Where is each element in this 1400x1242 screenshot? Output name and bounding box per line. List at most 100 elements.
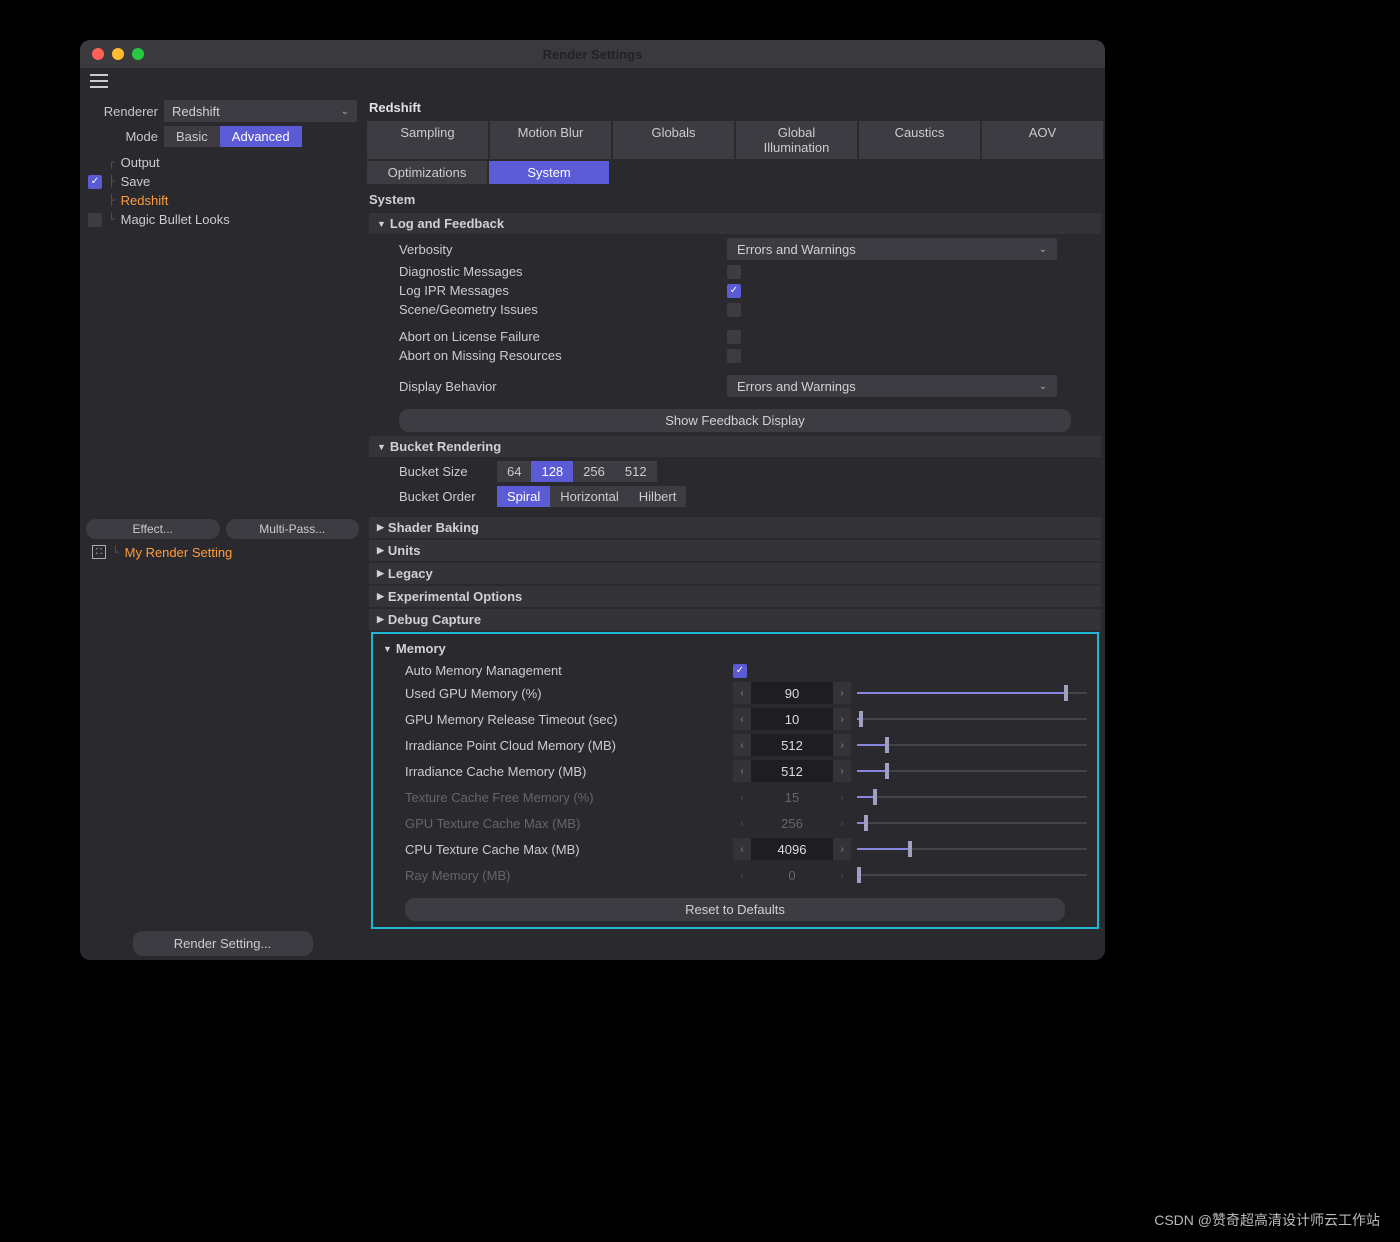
tab-aov[interactable]: AOV	[982, 121, 1103, 159]
spinner-decrement-icon: ‹	[733, 786, 751, 808]
mem-slider	[857, 864, 1087, 886]
verbosity-label: Verbosity	[399, 242, 719, 257]
show-feedback-button[interactable]: Show Feedback Display	[399, 409, 1071, 432]
preset-name[interactable]: My Render Setting	[125, 545, 233, 560]
chevron-down-icon: ⌄	[1039, 381, 1047, 392]
bucket-order-hilbert[interactable]: Hilbert	[629, 486, 687, 507]
minimize-icon[interactable]	[112, 48, 124, 60]
renderer-dropdown[interactable]: Redshift ⌄	[164, 100, 357, 122]
memory-highlight-box: ▼Memory Auto Memory Management Used GPU …	[371, 632, 1099, 929]
triangle-right-icon: ▶	[377, 568, 384, 579]
multipass-button[interactable]: Multi-Pass...	[226, 519, 360, 539]
triangle-down-icon: ▼	[377, 219, 386, 229]
tab-caustics[interactable]: Caustics	[859, 121, 980, 159]
mem-spinner[interactable]: ‹4096›	[733, 838, 851, 860]
mem-label: Irradiance Cache Memory (MB)	[405, 764, 725, 779]
tree-magic[interactable]: Magic Bullet Looks	[121, 212, 230, 227]
mem-spinner[interactable]: ‹10›	[733, 708, 851, 730]
mem-spinner: ‹15›	[733, 786, 851, 808]
save-checkbox[interactable]	[88, 175, 102, 189]
logipr-checkbox[interactable]	[727, 284, 741, 298]
zoom-icon[interactable]	[132, 48, 144, 60]
bucket-size-256[interactable]: 256	[573, 461, 615, 482]
group-shader-baking[interactable]: ▶Shader Baking	[369, 517, 1101, 538]
mem-slider[interactable]	[857, 734, 1087, 756]
bucket-size-128[interactable]: 128	[531, 461, 573, 482]
group-log-feedback[interactable]: ▼Log and Feedback	[369, 213, 1101, 234]
reset-defaults-button[interactable]: Reset to Defaults	[405, 898, 1065, 921]
renderer-label: Renderer	[88, 104, 158, 119]
auto-memory-label: Auto Memory Management	[405, 663, 725, 678]
watermark: CSDN @赞奇超高清设计师云工作站	[1154, 1210, 1380, 1230]
mem-spinner[interactable]: ‹512›	[733, 760, 851, 782]
tree-output[interactable]: Output	[121, 155, 160, 170]
spinner-increment-icon[interactable]: ›	[833, 838, 851, 860]
mem-slider[interactable]	[857, 708, 1087, 730]
mem-value: 4096	[751, 842, 833, 857]
spinner-decrement-icon[interactable]: ‹	[733, 708, 751, 730]
bucket-order-horizontal[interactable]: Horizontal	[550, 486, 629, 507]
verbosity-select[interactable]: Errors and Warnings⌄	[727, 238, 1057, 260]
group-debug-capture[interactable]: ▶Debug Capture	[369, 609, 1101, 630]
spinner-decrement-icon[interactable]: ‹	[733, 760, 751, 782]
renderer-value: Redshift	[172, 104, 220, 119]
spinner-decrement-icon[interactable]: ‹	[733, 734, 751, 756]
spinner-increment-icon[interactable]: ›	[833, 682, 851, 704]
auto-memory-checkbox[interactable]	[733, 664, 747, 678]
mem-label: Used GPU Memory (%)	[405, 686, 725, 701]
display-behavior-label: Display Behavior	[399, 379, 719, 394]
mem-slider[interactable]	[857, 838, 1087, 860]
tree-redshift[interactable]: Redshift	[121, 193, 169, 208]
tree-save[interactable]: Save	[121, 174, 151, 189]
mode-basic-button[interactable]: Basic	[164, 126, 220, 147]
menu-icon[interactable]	[90, 74, 108, 88]
abort-resources-checkbox[interactable]	[727, 349, 741, 363]
spinner-increment-icon[interactable]: ›	[833, 708, 851, 730]
mem-label: Irradiance Point Cloud Memory (MB)	[405, 738, 725, 753]
mem-slider[interactable]	[857, 760, 1087, 782]
spinner-decrement-icon[interactable]: ‹	[733, 682, 751, 704]
group-bucket-rendering[interactable]: ▼Bucket Rendering	[369, 436, 1101, 457]
mem-value: 90	[751, 686, 833, 701]
bucket-size-64[interactable]: 64	[497, 461, 531, 482]
mem-label: CPU Texture Cache Max (MB)	[405, 842, 725, 857]
bucket-order-spiral[interactable]: Spiral	[497, 486, 550, 507]
spinner-decrement-icon: ‹	[733, 864, 751, 886]
mem-spinner[interactable]: ‹90›	[733, 682, 851, 704]
spinner-increment-icon: ›	[833, 864, 851, 886]
spinner-increment-icon[interactable]: ›	[833, 734, 851, 756]
tab-system[interactable]: System	[489, 161, 609, 184]
diagnostic-checkbox[interactable]	[727, 265, 741, 279]
group-experimental-options[interactable]: ▶Experimental Options	[369, 586, 1101, 607]
tab-motion-blur[interactable]: Motion Blur	[490, 121, 611, 159]
tab-global-illumination[interactable]: Global Illumination	[736, 121, 857, 159]
render-setting-button[interactable]: Render Setting...	[133, 931, 313, 956]
mem-spinner[interactable]: ‹512›	[733, 734, 851, 756]
mode-advanced-button[interactable]: Advanced	[220, 126, 302, 147]
close-icon[interactable]	[92, 48, 104, 60]
abort-license-checkbox[interactable]	[727, 330, 741, 344]
tab-sampling[interactable]: Sampling	[367, 121, 488, 159]
bucket-size-512[interactable]: 512	[615, 461, 657, 482]
logipr-label: Log IPR Messages	[399, 283, 719, 298]
triangle-right-icon: ▶	[377, 545, 384, 556]
spinner-decrement-icon[interactable]: ‹	[733, 838, 751, 860]
traffic-lights	[92, 48, 144, 60]
magic-checkbox[interactable]	[88, 213, 102, 227]
tab-globals[interactable]: Globals	[613, 121, 734, 159]
bucket-size-segment: 64128256512	[497, 461, 657, 482]
preset-icon[interactable]: ⛶	[92, 545, 106, 559]
group-legacy[interactable]: ▶Legacy	[369, 563, 1101, 584]
scene-issues-label: Scene/Geometry Issues	[399, 302, 719, 317]
tab-optimizations[interactable]: Optimizations	[367, 161, 487, 184]
scene-issues-checkbox[interactable]	[727, 303, 741, 317]
display-behavior-select[interactable]: Errors and Warnings⌄	[727, 375, 1057, 397]
triangle-right-icon: ▶	[377, 591, 384, 602]
group-memory[interactable]: ▼Memory	[375, 638, 1095, 659]
group-units[interactable]: ▶Units	[369, 540, 1101, 561]
mem-slider[interactable]	[857, 682, 1087, 704]
chevron-down-icon: ⌄	[341, 106, 349, 117]
spinner-increment-icon[interactable]: ›	[833, 760, 851, 782]
effect-button[interactable]: Effect...	[86, 519, 220, 539]
tabs-row-1: SamplingMotion BlurGlobalsGlobal Illumin…	[365, 121, 1105, 159]
